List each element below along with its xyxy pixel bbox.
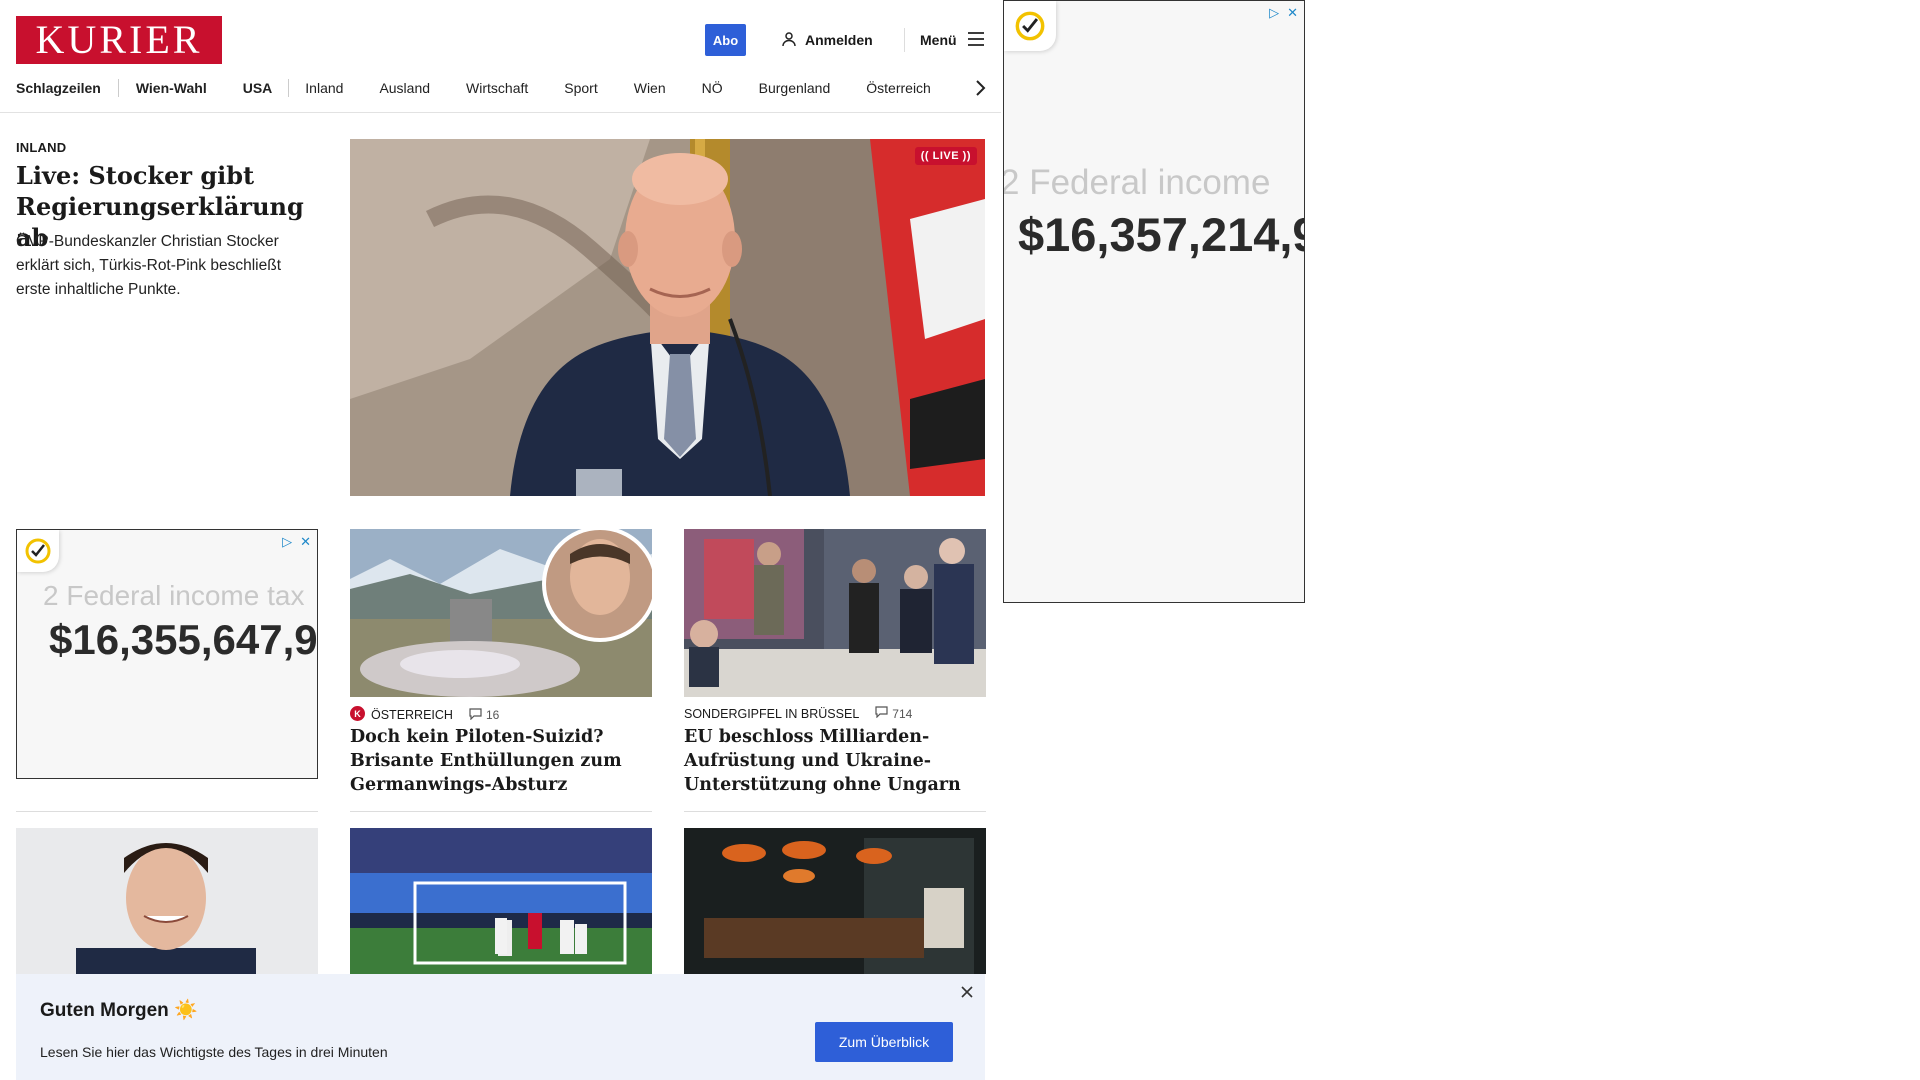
comment-icon [469,707,482,723]
lead-kicker[interactable]: INLAND [16,140,66,155]
card-image-football[interactable] [350,828,652,974]
live-badge: (( LIVE )) [914,147,977,165]
card-image-restaurant[interactable] [684,828,986,974]
adchoices-icon[interactable]: ▷ [282,534,292,550]
nav-item-schlagzeilen[interactable]: Schlagzeilen [16,80,101,96]
login-label: Anmelden [805,32,873,48]
nav-divider [117,79,119,97]
nav-item-wien-wahl[interactable]: Wien-Wahl [136,80,207,96]
nav-item-ausland[interactable]: Ausland [379,80,430,96]
nav-item-usa[interactable]: USA [243,80,273,96]
nav-item-noe[interactable]: NÖ [702,80,723,96]
card-image-germanwings[interactable] [350,529,652,697]
nav-item-oesterreich[interactable]: Österreich [866,80,931,96]
nav-item-sport[interactable]: Sport [564,80,597,96]
card-meta: SONDERGIPFEL IN BRÜSSEL 714 [684,706,912,721]
column-rule [684,811,986,812]
broadcast-icon: )) [962,150,971,162]
login-button[interactable]: Anmelden [781,30,873,50]
header-divider [904,28,905,52]
column-rule [16,811,318,812]
ad-label: 2 Federal income tax [43,580,305,611]
ad-close-icon[interactable]: ✕ [300,534,311,550]
section-nav: Schlagzeilen Wien-Wahl USA Inland Auslan… [16,78,931,98]
card-image-eu-summit[interactable] [684,529,986,697]
ad-amount: $16,355,647,9 [49,616,318,663]
card-kicker[interactable]: SONDERGIPFEL IN BRÜSSEL [684,707,859,721]
hamburger-icon [967,31,985,49]
card-meta: K ÖSTERREICH 16 [350,706,499,724]
card-headline[interactable]: Doch kein Piloten-Suizid? Brisante Enthü… [350,725,652,797]
ad-amount: $16,357,214,9 [1018,208,1305,261]
banner-close-icon[interactable] [957,982,977,1002]
ad-controls[interactable]: ▷ ✕ [282,534,311,550]
ad-controls[interactable]: ▷ ✕ [1269,5,1298,21]
lead-teaser: ÖVP-Bundeskanzler Christian Stocker erkl… [16,233,282,298]
morning-briefing-banner: Guten Morgen ☀️ Lesen Sie hier das Wicht… [16,974,985,1080]
ad-box-sidebar[interactable]: ▷ ✕ 2 Federal income $16,357,214,9 [1003,0,1305,603]
menu-label: Menü [920,32,957,48]
user-icon [781,31,797,50]
verified-check-icon [17,530,59,572]
banner-title: Guten Morgen ☀️ [40,1000,198,1021]
nav-scroll-right-icon[interactable] [974,78,986,103]
card-image-portrait[interactable] [16,828,318,974]
overview-button[interactable]: Zum Überblick [815,1022,953,1062]
nav-item-inland[interactable]: Inland [305,80,343,96]
comment-count-value: 714 [892,706,913,721]
live-badge-label: LIVE [932,150,960,162]
verified-check-icon [1004,1,1056,51]
svg-text:K: K [354,709,361,719]
ad-label: 2 Federal income [1003,163,1271,202]
nav-item-wirtschaft[interactable]: Wirtschaft [466,80,528,96]
menu-button[interactable]: Menü [920,30,985,50]
comment-count-value: 16 [485,708,500,722]
nav-divider [288,79,290,97]
ad-close-icon[interactable]: ✕ [1287,5,1298,21]
abo-button[interactable]: Abo [705,24,746,56]
nav-item-wien[interactable]: Wien [634,80,666,96]
comment-icon [875,706,888,721]
nav-item-burgenland[interactable]: Burgenland [759,80,831,96]
ad-box-small[interactable]: ▷ ✕ 2 Federal income tax $16,355,647,9 [16,529,318,779]
card-headline[interactable]: EU beschloss Milliarden-Aufrüstung und U… [684,725,986,797]
broadcast-icon: (( [920,150,930,162]
column-rule [350,811,652,812]
comment-count[interactable]: 714 [875,706,912,721]
lead-image[interactable]: (( LIVE )) [350,139,985,496]
kurier-logo[interactable]: KURIER [16,16,222,64]
banner-text: Lesen Sie hier das Wichtigste des Tages … [40,1044,388,1060]
header-rule [0,112,1001,113]
adchoices-icon[interactable]: ▷ [1269,5,1279,21]
kurier-plus-icon: K [350,706,365,724]
comment-count[interactable]: 16 [469,707,500,723]
card-kicker[interactable]: ÖSTERREICH [371,708,453,722]
